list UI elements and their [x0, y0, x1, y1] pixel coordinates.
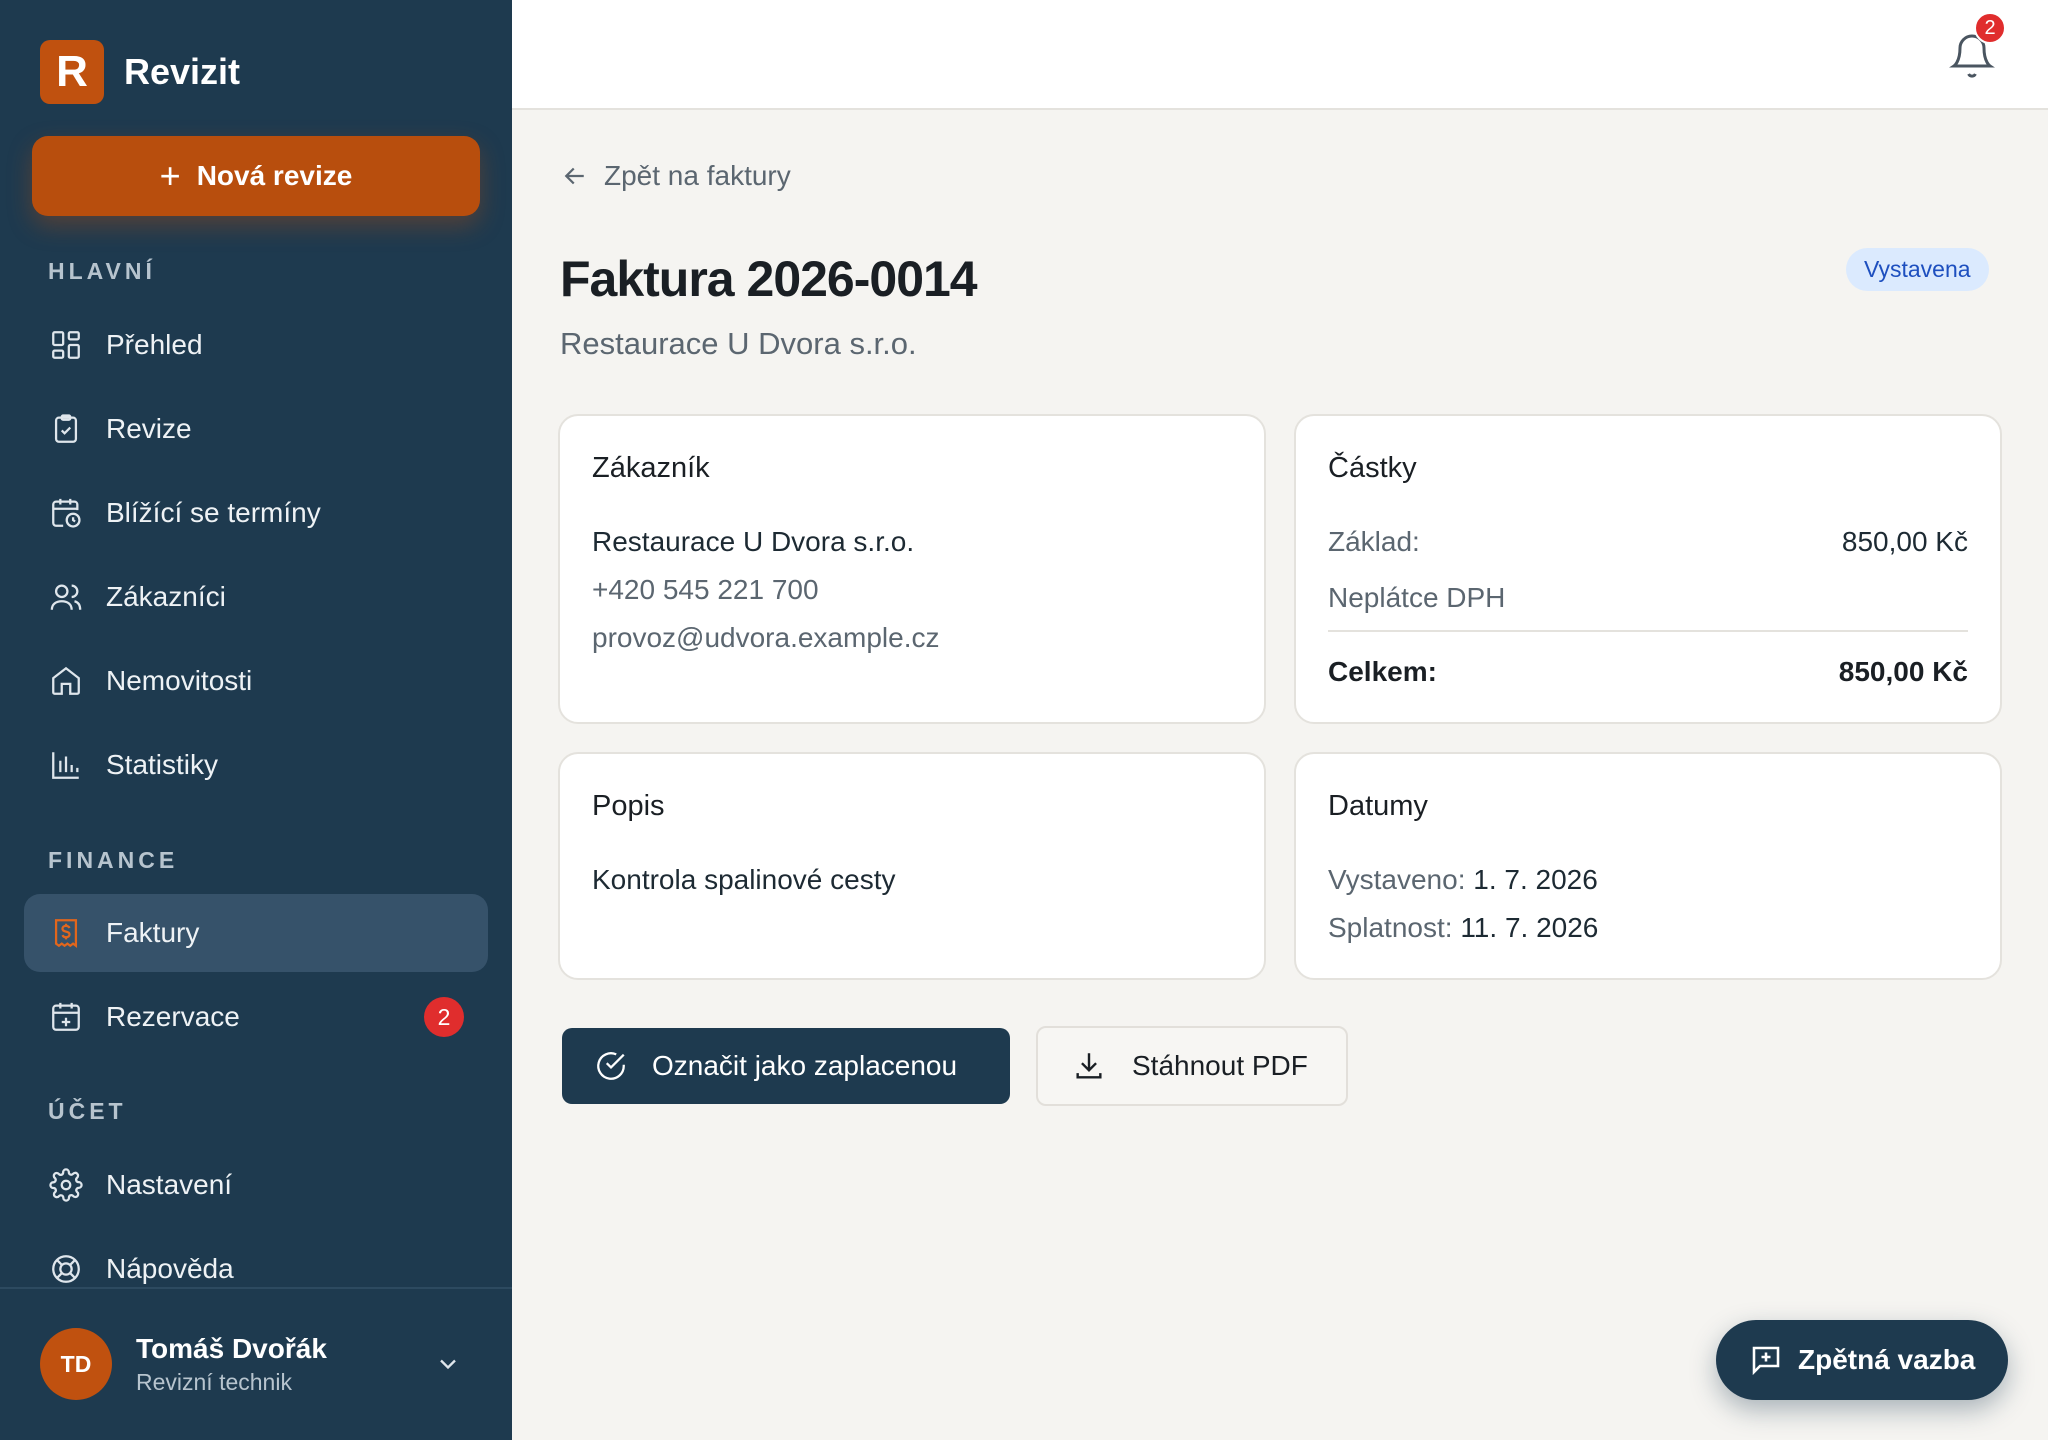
sidebar-item-nastaveni[interactable]: Nastavení	[24, 1146, 488, 1224]
customer-phone[interactable]: +420 545 221 700	[592, 574, 819, 606]
due-date-row: Splatnost: 11. 7. 2026	[1328, 912, 1598, 944]
sidebar-item-terminy[interactable]: Blížící se termíny	[24, 474, 488, 552]
section-title-finance: FINANCE	[48, 847, 179, 873]
sidebar-item-rezervace[interactable]: Rezervace 2	[24, 978, 488, 1056]
calendar-plus-icon	[48, 999, 84, 1035]
sidebar-item-label: Faktury	[106, 917, 200, 948]
calendar-clock-icon	[48, 495, 84, 531]
user-info: Tomáš Dvořák Revizní technik	[136, 1333, 327, 1396]
download-icon	[1076, 1053, 1102, 1079]
card-title: Částky	[1328, 452, 1417, 484]
topbar: 2	[512, 0, 2048, 110]
page-title: Faktura 2026-0014	[560, 251, 978, 307]
due-value: 11. 7. 2026	[1460, 912, 1599, 943]
check-circle-icon	[597, 1052, 625, 1080]
back-link-label: Zpět na faktury	[604, 160, 791, 191]
chevron-down-icon	[440, 1359, 456, 1370]
new-revision-label: Nová revize	[196, 160, 353, 191]
bar-chart-icon	[48, 747, 84, 783]
page-subtitle: Restaurace U Dvora s.r.o.	[560, 326, 917, 361]
dashboard-icon	[48, 327, 84, 363]
sidebar-item-label: Nastavení	[106, 1169, 233, 1200]
description-card: Popis Kontrola spalinové cesty	[558, 752, 1266, 980]
customer-email[interactable]: provoz@udvora.example.cz	[592, 622, 939, 654]
home-icon	[48, 663, 84, 699]
lifebuoy-icon	[48, 1251, 84, 1287]
mark-paid-label: Označit jako zaplacenou	[652, 1050, 958, 1081]
notification-count-badge: 2	[1974, 12, 2006, 44]
customer-name: Restaurace U Dvora s.r.o.	[592, 526, 915, 557]
due-label: Splatnost:	[1328, 912, 1453, 943]
arrow-left-icon	[564, 167, 584, 185]
card-title: Zákazník	[592, 452, 710, 484]
issued-value: 1. 7. 2026	[1473, 864, 1598, 895]
total-amount-row: Celkem: 850,00 Kč	[1328, 656, 1968, 688]
users-icon	[48, 579, 84, 615]
gear-icon	[48, 1167, 84, 1203]
brand[interactable]: R Revizit	[40, 40, 240, 104]
sidebar-item-label: Rezervace	[106, 1001, 240, 1032]
base-value: 850,00 Kč	[1841, 526, 1968, 557]
total-label: Celkem:	[1328, 656, 1437, 687]
sidebar-item-label: Blížící se termíny	[106, 497, 321, 528]
status-badge: Vystavena	[1846, 248, 1989, 291]
message-plus-icon	[1752, 1346, 1780, 1376]
sidebar: R Revizit + Nová revize HLAVNÍ Přehled R…	[0, 0, 512, 1440]
vat-note: Neplátce DPH	[1328, 582, 1506, 613]
sidebar-item-label: Revize	[106, 413, 192, 444]
sidebar-item-faktury[interactable]: Faktury	[24, 894, 488, 972]
rezervace-count-badge: 2	[424, 997, 464, 1037]
card-title: Popis	[592, 790, 665, 822]
total-value: 850,00 Kč	[1838, 656, 1968, 687]
issued-date-row: Vystaveno: 1. 7. 2026	[1328, 864, 1598, 896]
download-pdf-button[interactable]: Stáhnout PDF	[1036, 1026, 1348, 1106]
download-pdf-label: Stáhnout PDF	[1132, 1050, 1308, 1081]
issued-label: Vystaveno:	[1328, 864, 1466, 895]
customer-card: Zákazník Restaurace U Dvora s.r.o. +420 …	[558, 414, 1266, 724]
avatar: TD	[40, 1328, 112, 1400]
sidebar-item-napoveda[interactable]: Nápověda	[24, 1230, 488, 1308]
section-title-account: ÚČET	[48, 1098, 127, 1124]
user-divider	[0, 1287, 512, 1289]
sidebar-item-label: Nápověda	[106, 1253, 234, 1284]
sidebar-item-prehled[interactable]: Přehled	[24, 306, 488, 384]
new-revision-button[interactable]: + Nová revize	[32, 136, 480, 216]
brand-name: Revizit	[124, 51, 241, 92]
sidebar-item-nemovitosti[interactable]: Nemovitosti	[24, 642, 488, 720]
base-label: Základ:	[1328, 526, 1420, 557]
description-text: Kontrola spalinové cesty	[592, 864, 896, 895]
feedback-button[interactable]: Zpětná vazba	[1716, 1320, 2008, 1400]
sidebar-item-label: Nemovitosti	[106, 665, 253, 696]
base-amount-row: Základ: 850,00 Kč	[1328, 526, 1968, 558]
user-role: Revizní technik	[136, 1368, 292, 1395]
section-title-main: HLAVNÍ	[48, 258, 156, 284]
card-title: Datumy	[1328, 790, 1428, 822]
mark-paid-button[interactable]: Označit jako zaplacenou	[562, 1028, 1010, 1104]
invoice-icon	[48, 915, 84, 951]
user-menu[interactable]: TD Tomáš Dvořák Revizní technik	[40, 1328, 472, 1400]
sidebar-item-statistiky[interactable]: Statistiky	[24, 726, 488, 804]
sidebar-item-label: Přehled	[106, 329, 203, 360]
amounts-card: Částky Základ: 850,00 Kč Neplátce DPH Ce…	[1294, 414, 2002, 724]
sidebar-item-label: Statistiky	[106, 749, 219, 780]
feedback-label: Zpětná vazba	[1798, 1344, 1976, 1375]
clipboard-check-icon	[48, 411, 84, 447]
user-name: Tomáš Dvořák	[136, 1332, 327, 1364]
plus-icon: +	[159, 155, 181, 196]
dates-card: Datumy Vystaveno: 1. 7. 2026 Splatnost: …	[1294, 752, 2002, 980]
amount-divider	[1328, 630, 1968, 632]
sidebar-item-label: Zákazníci	[106, 581, 226, 612]
back-to-invoices-link[interactable]: Zpět na faktury	[560, 160, 791, 192]
brand-logo: R	[40, 40, 104, 104]
sidebar-item-zakaznici[interactable]: Zákazníci	[24, 558, 488, 636]
sidebar-item-revize[interactable]: Revize	[24, 390, 488, 468]
